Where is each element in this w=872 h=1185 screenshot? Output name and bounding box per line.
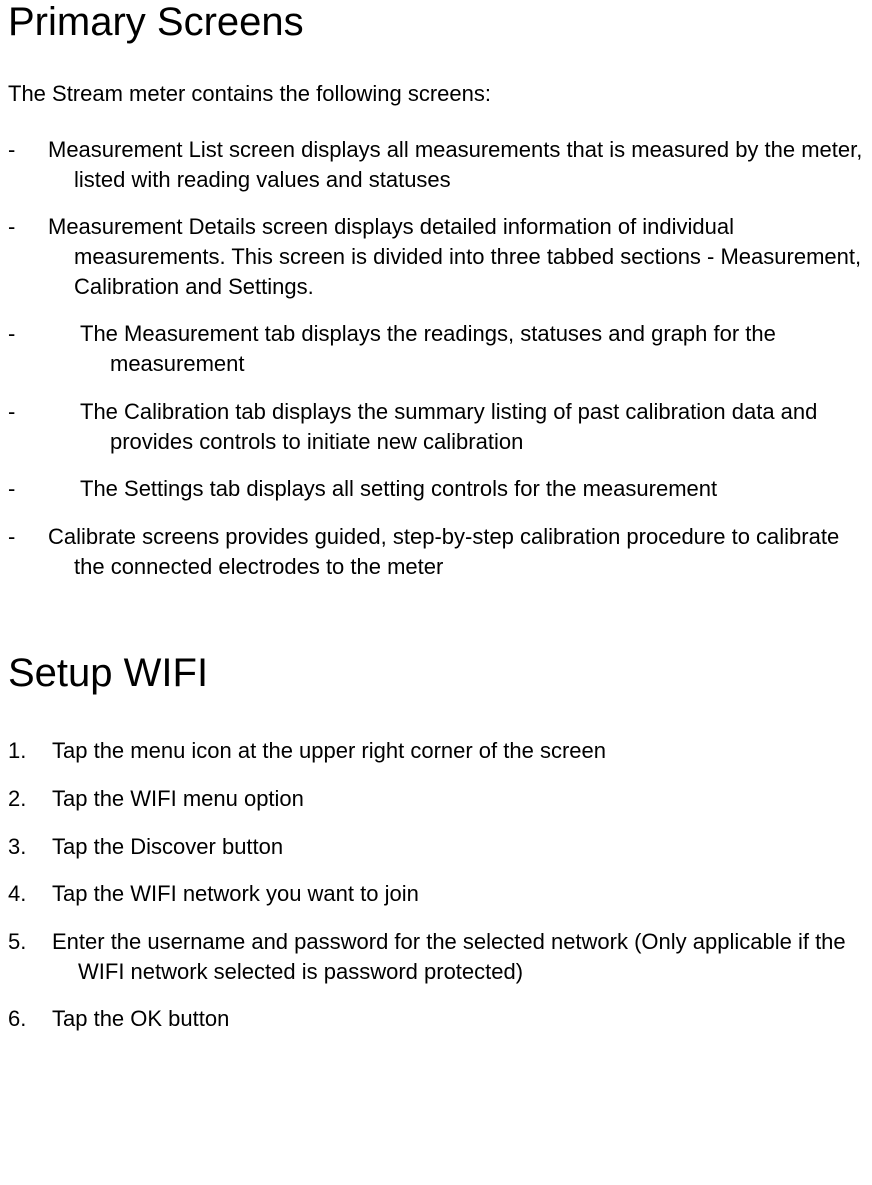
step-text: Tap the menu icon at the upper right cor… (52, 736, 606, 766)
list-item-text: Measurement Details screen displays deta… (48, 212, 864, 301)
step-item: 2. Tap the WIFI menu option (8, 784, 864, 814)
list-item-text: The Settings tab displays all setting co… (80, 474, 717, 504)
dash-bullet: - (8, 135, 48, 194)
list-item: - The Calibration tab displays the summa… (8, 397, 864, 456)
step-text: Tap the OK button (52, 1004, 229, 1034)
step-text: Enter the username and password for the … (52, 927, 864, 986)
step-number: 2. (8, 784, 52, 814)
list-item-text: The Measurement tab displays the reading… (80, 319, 864, 378)
step-number: 4. (8, 879, 52, 909)
dash-bullet: - (8, 319, 80, 378)
setup-wifi-steps: 1. Tap the menu icon at the upper right … (8, 736, 864, 1034)
step-number: 5. (8, 927, 52, 986)
list-item-text: The Calibration tab displays the summary… (80, 397, 864, 456)
step-text: Tap the WIFI network you want to join (52, 879, 419, 909)
step-number: 6. (8, 1004, 52, 1034)
step-item: 1. Tap the menu icon at the upper right … (8, 736, 864, 766)
step-item: 5. Enter the username and password for t… (8, 927, 864, 986)
heading-primary-screens: Primary Screens (8, 0, 864, 45)
dash-bullet: - (8, 397, 80, 456)
step-item: 3. Tap the Discover button (8, 832, 864, 862)
step-item: 6. Tap the OK button (8, 1004, 864, 1034)
step-number: 3. (8, 832, 52, 862)
list-item: - The Settings tab displays all setting … (8, 474, 864, 504)
list-item: - Measurement Details screen displays de… (8, 212, 864, 301)
list-item-text: Measurement List screen displays all mea… (48, 135, 864, 194)
dash-bullet: - (8, 522, 48, 581)
list-item: - Calibrate screens provides guided, ste… (8, 522, 864, 581)
list-item: - Measurement List screen displays all m… (8, 135, 864, 194)
heading-setup-wifi: Setup WIFI (8, 651, 864, 696)
step-text: Tap the WIFI menu option (52, 784, 304, 814)
list-item: - The Measurement tab displays the readi… (8, 319, 864, 378)
dash-bullet: - (8, 212, 48, 301)
primary-screens-list: - Measurement List screen displays all m… (8, 135, 864, 581)
step-number: 1. (8, 736, 52, 766)
step-text: Tap the Discover button (52, 832, 283, 862)
step-item: 4. Tap the WIFI network you want to join (8, 879, 864, 909)
dash-bullet: - (8, 474, 80, 504)
list-item-text: Calibrate screens provides guided, step-… (48, 522, 864, 581)
intro-text: The Stream meter contains the following … (8, 81, 864, 107)
